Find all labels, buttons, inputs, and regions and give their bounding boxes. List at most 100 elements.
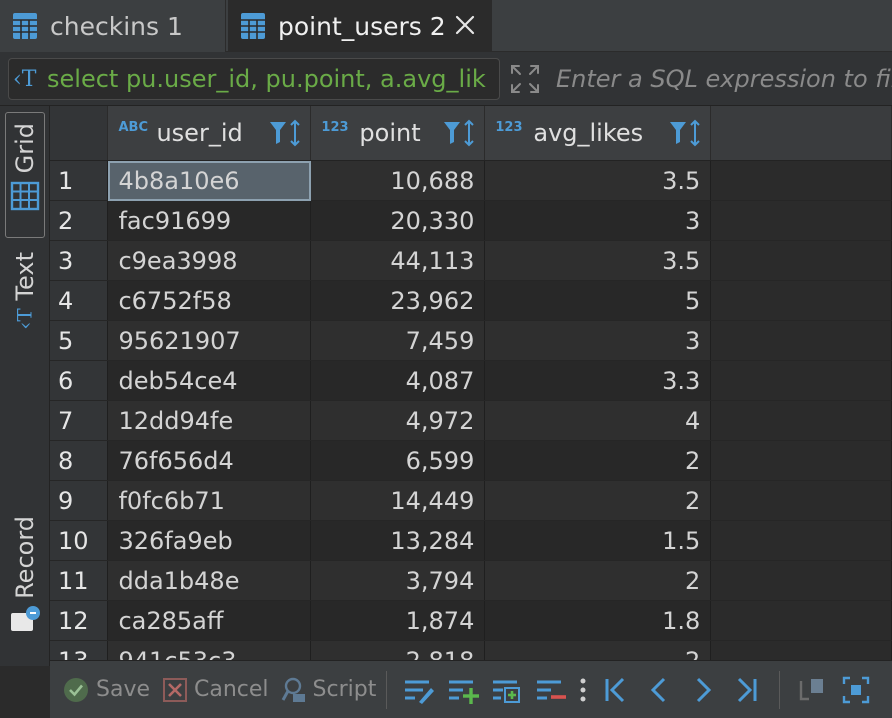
filter-expression-input[interactable]	[548, 58, 892, 100]
add-row-button[interactable]	[444, 671, 482, 709]
row-number[interactable]: 7	[50, 400, 109, 441]
table-row[interactable]: 4 c6752f58 23,962 5	[50, 280, 892, 321]
cell-avg-likes[interactable]: 3.5	[484, 240, 712, 281]
cancel-button[interactable]: Cancel	[162, 670, 269, 710]
cell-avg-likes[interactable]: 1.8	[484, 600, 712, 641]
table-row[interactable]: 12 ca285aff 1,874 1.8	[50, 600, 892, 641]
row-filler	[710, 320, 892, 361]
table-icon	[13, 13, 37, 39]
row-number[interactable]: 11	[50, 560, 109, 601]
column-header-point[interactable]: 123 point	[310, 106, 486, 161]
save-button[interactable]: Save	[62, 670, 150, 710]
cell-user-id[interactable]: 12dd94fe	[107, 400, 312, 441]
table-row[interactable]: 8 76f656d4 6,599 2	[50, 440, 892, 481]
filter-sort-icon[interactable]	[666, 116, 704, 150]
cell-avg-likes[interactable]: 3	[484, 200, 712, 241]
cell-user-id[interactable]: deb54ce4	[107, 360, 312, 401]
table-row[interactable]: 10 326fa9eb 13,284 1.5	[50, 520, 892, 561]
row-filler	[710, 480, 892, 521]
duplicate-row-button[interactable]	[488, 671, 526, 709]
cell-user-id[interactable]: 326fa9eb	[107, 520, 312, 561]
cell-user-id[interactable]: 941c53c3	[107, 640, 312, 660]
row-number[interactable]: 9	[50, 480, 109, 521]
cell-avg-likes[interactable]: 2	[484, 560, 712, 601]
cell-avg-likes[interactable]: 3.5	[484, 160, 712, 201]
table-row[interactable]: 11 dda1b48e 3,794 2	[50, 560, 892, 601]
cell-user-id[interactable]: 76f656d4	[107, 440, 312, 481]
cell-user-id[interactable]: 95621907	[107, 320, 312, 361]
column-header-avg-likes[interactable]: 123 avg_likes	[484, 106, 712, 161]
table-row[interactable]: 3 c9ea3998 44,113 3.5	[50, 240, 892, 281]
table-row[interactable]: 13941c53c32,8182	[50, 640, 892, 660]
row-number[interactable]: 6	[50, 360, 109, 401]
expand-icon[interactable]	[508, 62, 542, 96]
cell-user-id[interactable]: 4b8a10e6	[107, 160, 312, 201]
table-row[interactable]: 2 fac91699 20,330 3	[50, 200, 892, 241]
delete-row-button[interactable]	[532, 671, 570, 709]
table-row[interactable]: 7 12dd94fe 4,972 4	[50, 400, 892, 441]
cell-point[interactable]: 14,449	[310, 480, 486, 521]
tab-checkins[interactable]: checkins 1	[0, 0, 226, 52]
cell-point[interactable]: 3,794	[310, 560, 486, 601]
script-button[interactable]: Script	[281, 670, 376, 710]
grid-icon	[10, 182, 40, 211]
row-number[interactable]: 12	[50, 600, 109, 641]
record-view-button[interactable]: Record	[5, 516, 45, 648]
cell-avg-likes[interactable]: 2	[484, 480, 712, 521]
row-number[interactable]: 13	[50, 640, 109, 660]
sql-query-box[interactable]: ‹T select pu.user_id, pu.point, a.avg_li…	[8, 58, 500, 100]
cell-point[interactable]: 2,818	[310, 640, 486, 660]
row-filler	[710, 400, 892, 441]
row-number[interactable]: 10	[50, 520, 109, 561]
cell-point[interactable]: 4,972	[310, 400, 486, 441]
navigate-reference-button[interactable]	[793, 671, 831, 709]
filter-sort-icon[interactable]	[266, 116, 304, 150]
row-number[interactable]: 4	[50, 280, 109, 321]
cell-avg-likes[interactable]: 1.5	[484, 520, 712, 561]
first-row-button[interactable]	[596, 671, 634, 709]
cell-user-id[interactable]: f0fc6b71	[107, 480, 312, 521]
focus-cell-button[interactable]	[837, 671, 875, 709]
cell-user-id[interactable]: ca285aff	[107, 600, 312, 641]
cell-point[interactable]: 4,087	[310, 360, 486, 401]
column-header-user-id[interactable]: ABC user_id	[107, 106, 312, 161]
more-options-button[interactable]	[576, 671, 590, 709]
close-icon[interactable]	[452, 12, 478, 38]
text-view-button[interactable]: Text ‹T	[5, 252, 45, 352]
table-row[interactable]: 6 deb54ce4 4,087 3.3	[50, 360, 892, 401]
grid-view-button[interactable]: Grid	[5, 112, 45, 238]
cell-point[interactable]: 1,874	[310, 600, 486, 641]
cell-point[interactable]: 13,284	[310, 520, 486, 561]
cell-avg-likes[interactable]: 5	[484, 280, 712, 321]
table-row[interactable]: 5 95621907 7,459 3	[50, 320, 892, 361]
row-number[interactable]: 1	[50, 160, 109, 201]
cell-point[interactable]: 7,459	[310, 320, 486, 361]
row-number[interactable]: 5	[50, 320, 109, 361]
cell-point[interactable]: 10,688	[310, 160, 486, 201]
filter-sort-icon[interactable]	[440, 116, 478, 150]
cell-avg-likes[interactable]: 3.3	[484, 360, 712, 401]
cell-user-id[interactable]: fac91699	[107, 200, 312, 241]
previous-row-button[interactable]	[640, 671, 678, 709]
cell-point[interactable]: 44,113	[310, 240, 486, 281]
cell-avg-likes[interactable]: 4	[484, 400, 712, 441]
cell-point[interactable]: 20,330	[310, 200, 486, 241]
cell-user-id[interactable]: c9ea3998	[107, 240, 312, 281]
cell-avg-likes[interactable]: 2	[484, 640, 712, 660]
edit-row-button[interactable]	[400, 671, 438, 709]
next-row-button[interactable]	[684, 671, 722, 709]
last-row-button[interactable]	[728, 671, 766, 709]
first-page-icon	[605, 677, 625, 702]
row-number[interactable]: 8	[50, 440, 109, 481]
row-number[interactable]: 3	[50, 240, 109, 281]
table-row[interactable]: 1 4b8a10e6 10,688 3.5	[50, 160, 892, 201]
row-number[interactable]: 2	[50, 200, 109, 241]
cell-user-id[interactable]: c6752f58	[107, 280, 312, 321]
cell-avg-likes[interactable]: 3	[484, 320, 712, 361]
cell-user-id[interactable]: dda1b48e	[107, 560, 312, 601]
cell-point[interactable]: 6,599	[310, 440, 486, 481]
tab-point-users[interactable]: point_users 2	[228, 0, 492, 52]
cell-point[interactable]: 23,962	[310, 280, 486, 321]
table-row[interactable]: 9 f0fc6b71 14,449 2	[50, 480, 892, 521]
cell-avg-likes[interactable]: 2	[484, 440, 712, 481]
